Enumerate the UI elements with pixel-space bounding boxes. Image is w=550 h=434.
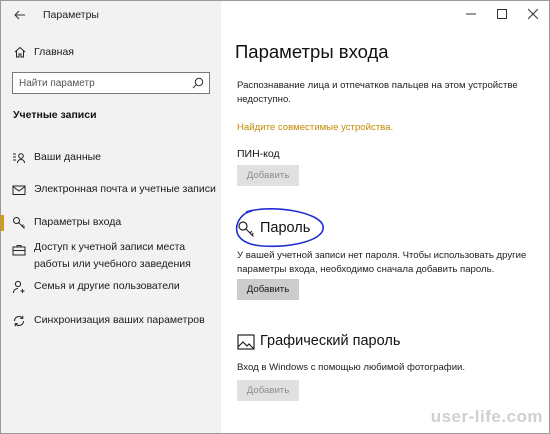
search-icon[interactable] (192, 77, 204, 89)
sidebar-item-label: Синхронизация ваших параметров (34, 314, 205, 326)
search-input[interactable] (13, 73, 189, 93)
window-title: Параметры (43, 9, 99, 21)
sidebar-item-label: Параметры входа (34, 216, 122, 228)
title-bar: Параметры (1, 1, 221, 31)
search-box[interactable] (12, 72, 210, 94)
section-header: Учетные записи (13, 109, 97, 121)
settings-window: Параметры Главная Учетные записи Ваши да… (0, 0, 550, 434)
add-pin-button[interactable]: Добавить (237, 165, 299, 186)
watermark: user-life.com (430, 407, 543, 426)
password-heading: Пароль (260, 220, 311, 236)
sidebar-item-work-school-access[interactable]: Доступ к учетной записи места работы или… (1, 239, 221, 273)
back-arrow-icon (14, 10, 25, 20)
sidebar-item-label: Главная (34, 46, 74, 58)
active-indicator (1, 215, 4, 231)
sidebar-item-your-info[interactable]: Ваши данные (1, 148, 221, 168)
sidebar-item-label: Электронная почта и учетные записи (34, 183, 216, 195)
compatible-devices-link[interactable]: Найдите совместимые устройства. (237, 122, 393, 133)
picture-password-heading: Графический пароль (260, 333, 401, 349)
page-title: Параметры входа (235, 41, 389, 62)
add-picture-password-button[interactable]: Добавить (237, 380, 299, 401)
face-recognition-text: Распознавание лица и отпечатков пальцев … (237, 80, 518, 105)
key-icon (238, 221, 254, 237)
sidebar-item-email-accounts[interactable]: Электронная почта и учетные записи (1, 180, 221, 200)
picture-icon (237, 334, 255, 350)
picture-password-text: Вход в Windows с помощью любимой фотогра… (237, 362, 466, 373)
mail-icon (12, 185, 26, 195)
sidebar-item-home[interactable]: Главная (1, 41, 221, 63)
add-password-button[interactable]: Добавить (237, 279, 299, 300)
home-icon (14, 46, 26, 58)
pin-heading: ПИН-код (237, 148, 280, 160)
sync-icon (14, 315, 24, 327)
briefcase-icon (12, 245, 26, 256)
sidebar: Параметры Главная Учетные записи Ваши да… (1, 1, 221, 433)
main-content: Параметры входа Распознавание лица и отп… (222, 1, 549, 433)
back-button[interactable] (9, 5, 31, 25)
key-icon (13, 217, 25, 229)
person-info-icon (13, 153, 25, 164)
person-add-icon (13, 280, 25, 294)
sidebar-item-label: Доступ к учетной записи места работы или… (34, 241, 191, 270)
sidebar-item-label: Ваши данные (34, 151, 101, 163)
sidebar-item-label: Семья и другие пользователи (34, 280, 180, 292)
password-text: У вашей учетной записи нет пароля. Чтобы… (237, 250, 527, 275)
sidebar-item-sign-in-options[interactable]: Параметры входа (1, 212, 221, 234)
sidebar-item-sync-settings[interactable]: Синхронизация ваших параметров (1, 312, 221, 332)
sidebar-item-family-users[interactable]: Семья и другие пользователи (1, 278, 221, 298)
